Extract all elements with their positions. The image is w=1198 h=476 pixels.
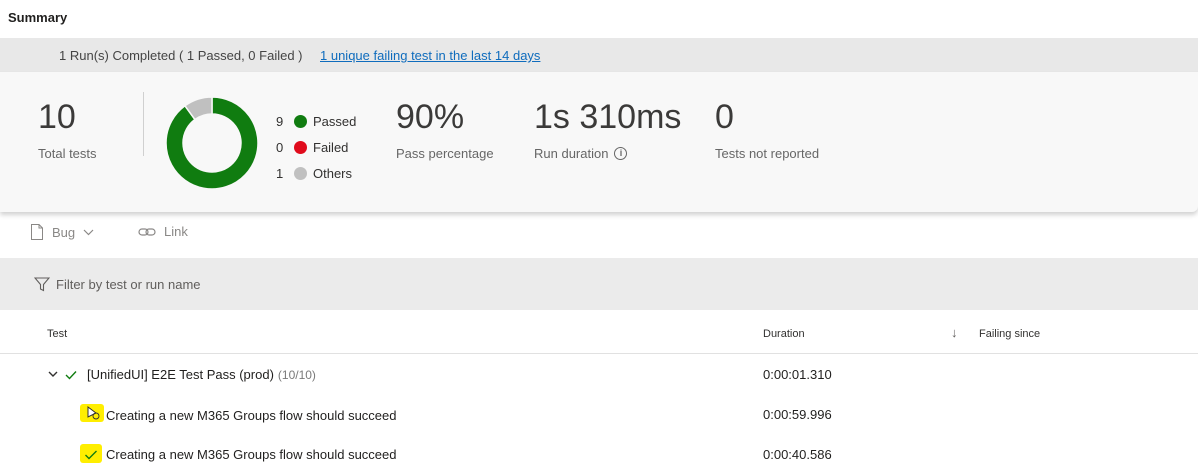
info-icon[interactable]: i: [614, 147, 628, 160]
column-header-test[interactable]: Test: [47, 328, 67, 340]
filter-icon: [34, 277, 50, 292]
legend-label-others: Others: [313, 165, 353, 181]
chevron-down-icon: [83, 229, 94, 235]
run-duration-value: 1s 310ms: [534, 98, 682, 136]
failing-tests-link[interactable]: 1 unique failing test in the last 14 day…: [320, 48, 540, 63]
link-button-label: Link: [164, 224, 188, 239]
toolbar: Bug Link: [0, 212, 1198, 258]
test-duration: 0:00:59.996: [763, 407, 832, 422]
run-duration-metric: 1s 310ms Run duration i: [534, 100, 681, 161]
pass-percentage-label: Pass percentage: [396, 146, 494, 161]
bug-button[interactable]: Bug: [30, 224, 94, 240]
title-bar: Summary: [0, 0, 1198, 38]
metric-divider: [143, 92, 144, 156]
table-header: Test Duration ↓ Failing since: [0, 310, 1198, 354]
legend-label-failed: Failed: [313, 139, 349, 155]
run-banner: 1 Run(s) Completed ( 1 Passed, 0 Failed …: [0, 38, 1198, 72]
column-header-failing-since[interactable]: Failing since: [979, 328, 1040, 340]
other-status-icon: [87, 406, 100, 420]
sort-down-arrow-icon[interactable]: ↓: [951, 325, 958, 340]
total-tests-label: Total tests: [38, 146, 97, 161]
pass-percentage-value: 90%: [396, 98, 465, 136]
total-tests-metric: 10 Total tests: [38, 100, 97, 161]
test-name-cell: Creating a new M365 Groups flow should s…: [84, 447, 397, 462]
table-row[interactable]: Creating a new M365 Groups flow should s…: [0, 434, 1198, 474]
run-duration-label-row: Run duration i: [534, 146, 681, 161]
passed-check-icon: [85, 450, 97, 459]
legend-item-passed: 9 Passed: [276, 108, 356, 134]
run-duration-label: Run duration: [534, 146, 609, 161]
pass-percentage-metric: 90% Pass percentage: [396, 100, 494, 161]
not-reported-metric: 0 Tests not reported: [715, 100, 819, 161]
legend-label-passed: Passed: [313, 113, 357, 129]
group-name: [UnifiedUI] E2E Test Pass (prod): [87, 367, 274, 382]
link-icon: [138, 227, 156, 236]
legend-item-failed: 0 Failed: [276, 134, 356, 160]
group-name-cell: [UnifiedUI] E2E Test Pass (prod) (10/10): [48, 367, 316, 382]
test-name-cell: Creating a new M365 Groups flow should s…: [86, 406, 397, 423]
page-title: Summary: [8, 10, 68, 25]
test-name: Creating a new M365 Groups flow should s…: [106, 407, 397, 423]
table-row[interactable]: Creating a new M365 Groups flow should s…: [0, 394, 1198, 434]
failed-dot-icon: [294, 140, 307, 154]
test-name: Creating a new M365 Groups flow should s…: [106, 447, 397, 462]
legend-item-others: 1 Others: [276, 160, 356, 186]
test-run-group-row[interactable]: [UnifiedUI] E2E Test Pass (prod) (10/10)…: [0, 354, 1198, 394]
chevron-down-icon[interactable]: [48, 371, 58, 378]
test-duration: 0:00:40.586: [763, 447, 832, 462]
bug-button-label: Bug: [52, 224, 76, 240]
outcome-donut-chart: [165, 96, 259, 190]
bug-document-icon: [31, 224, 43, 240]
passed-check-icon: [65, 370, 77, 380]
filter-input[interactable]: [56, 272, 756, 296]
others-dot-icon: [294, 166, 307, 180]
group-duration: 0:00:01.310: [763, 367, 832, 382]
summary-card: 10 Total tests 9 Passed 0 Failed 1 Other…: [0, 72, 1198, 212]
legend-count-failed: 0: [276, 139, 284, 155]
link-button[interactable]: Link: [138, 224, 188, 239]
not-reported-value: 0: [715, 98, 734, 136]
not-reported-label: Tests not reported: [715, 146, 820, 161]
column-header-duration[interactable]: Duration: [763, 328, 805, 340]
run-summary-text: 1 Run(s) Completed ( 1 Passed, 0 Failed …: [59, 48, 303, 63]
total-tests-value: 10: [38, 98, 76, 136]
group-count: (10/10): [277, 367, 316, 382]
passed-dot-icon: [294, 114, 307, 128]
filter-bar: [0, 258, 1198, 310]
legend-count-passed: 9: [276, 113, 284, 129]
outcome-legend: 9 Passed 0 Failed 1 Others: [276, 108, 356, 186]
legend-count-others: 1: [276, 165, 284, 181]
